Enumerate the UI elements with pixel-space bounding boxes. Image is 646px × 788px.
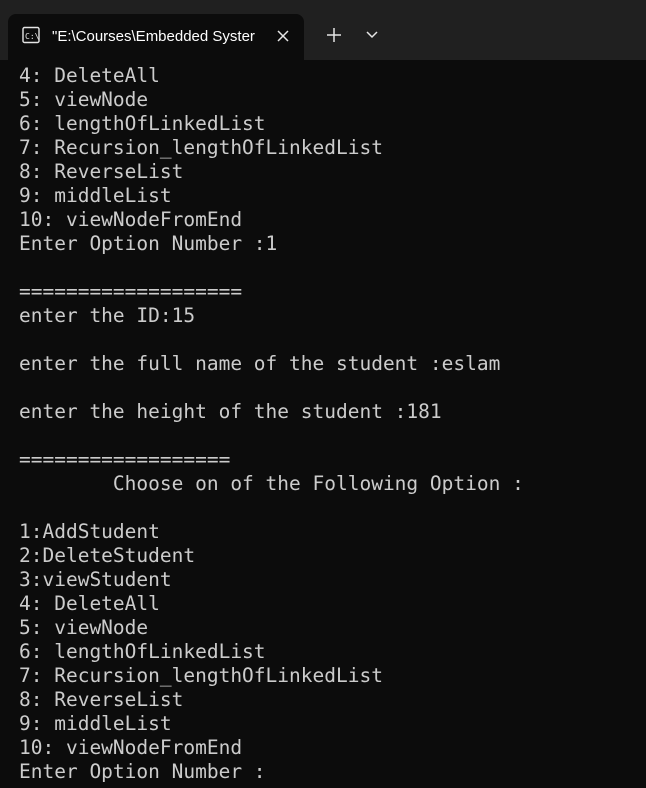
terminal-line: 8: ReverseList (19, 688, 184, 711)
terminal-line: 5: viewNode (19, 616, 149, 639)
terminal-window: C:\ "E:\Courses\Embedded Syster 4: Delet… (0, 0, 646, 788)
terminal-line: 6: lengthOfLinkedList (19, 640, 266, 663)
terminal-line: 10: viewNodeFromEnd (19, 208, 243, 231)
terminal-line: 1:AddStudent (19, 520, 160, 543)
terminal-line: 10: viewNodeFromEnd (19, 736, 243, 759)
terminal-output[interactable]: 4: DeleteAll 5: viewNode 6: lengthOfLinked… (19, 64, 639, 784)
terminal-line: 7: Recursion_lengthOfLinkedList (19, 664, 383, 687)
terminal-line: Enter Option Number :1 (19, 232, 278, 255)
terminal-line: enter the ID:15 (19, 304, 196, 327)
terminal-line: 9: middleList (19, 184, 172, 207)
svg-text:C:\: C:\ (25, 32, 40, 41)
title-bar: C:\ "E:\Courses\Embedded Syster (0, 0, 646, 60)
terminal-line: 8: ReverseList (19, 160, 184, 183)
terminal-line: 6: lengthOfLinkedList (19, 112, 266, 135)
tab-active[interactable]: C:\ "E:\Courses\Embedded Syster (8, 14, 304, 60)
chevron-down-icon[interactable] (358, 21, 386, 49)
terminal-icon: C:\ (22, 26, 40, 44)
tab-title: "E:\Courses\Embedded Syster (52, 28, 255, 45)
terminal-line: Choose on of the Following Option : (19, 472, 524, 495)
terminal-line: Enter Option Number : (19, 760, 266, 783)
terminal-line: 5: viewNode (19, 88, 149, 111)
terminal-line: enter the full name of the student :esla… (19, 352, 501, 375)
close-icon[interactable] (272, 25, 294, 47)
terminal-line: 7: Recursion_lengthOfLinkedList (19, 136, 383, 159)
terminal-line: enter the height of the student :181 (19, 400, 442, 423)
terminal-line: 2:DeleteStudent (19, 544, 196, 567)
scrollbar[interactable] (642, 60, 646, 788)
terminal-line: 4: DeleteAll (19, 64, 160, 87)
terminal-line: ================== (19, 448, 231, 471)
terminal-line: 3:viewStudent (19, 568, 172, 591)
terminal-line: =================== (19, 280, 243, 303)
terminal-line: 9: middleList (19, 712, 172, 735)
plus-icon[interactable] (320, 21, 348, 49)
terminal-line: 4: DeleteAll (19, 592, 160, 615)
